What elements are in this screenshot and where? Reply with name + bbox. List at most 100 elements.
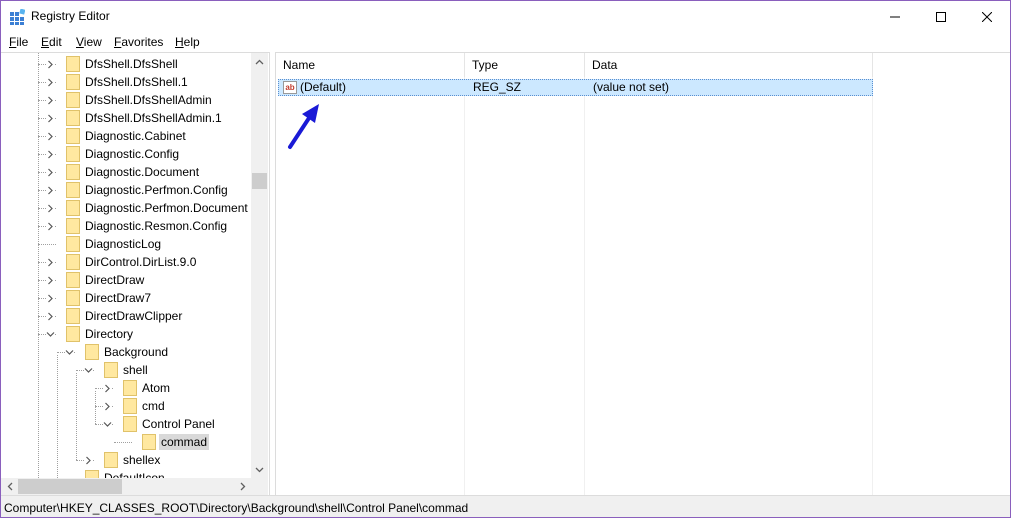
- menu-favorites[interactable]: Favorites: [114, 35, 163, 49]
- chevron-right-icon[interactable]: [46, 222, 55, 231]
- chevron-right-icon[interactable]: [46, 60, 55, 69]
- chevron-right-icon[interactable]: [46, 168, 55, 177]
- tree-item[interactable]: DfsShell.DfsShell: [1, 55, 251, 73]
- chevron-right-icon[interactable]: [46, 276, 55, 285]
- tree-vertical-scroll-thumb[interactable]: [252, 173, 267, 189]
- tree-item[interactable]: Directory: [1, 325, 251, 343]
- tree-horizontal-scroll-thumb[interactable]: [18, 479, 122, 494]
- window-title: Registry Editor: [31, 9, 110, 23]
- value-type: REG_SZ: [473, 80, 522, 94]
- chevron-right-icon[interactable]: [46, 150, 55, 159]
- tree-item[interactable]: Atom: [1, 379, 251, 397]
- chevron-right-icon[interactable]: [46, 294, 55, 303]
- tree-item-label: DirControl.DirList.9.0: [85, 255, 197, 269]
- chevron-left-icon: [7, 482, 12, 491]
- tree-item[interactable]: shellex: [1, 451, 251, 469]
- chevron-right-icon: [240, 482, 245, 491]
- folder-icon: [66, 326, 80, 342]
- chevron-right-icon[interactable]: [46, 96, 55, 105]
- tree-item[interactable]: DirectDraw: [1, 271, 251, 289]
- tree-item[interactable]: Diagnostic.Perfmon.Document: [1, 199, 251, 217]
- tree-item[interactable]: Diagnostic.Resmon.Config: [1, 217, 251, 235]
- folder-icon: [123, 416, 137, 432]
- tree-item[interactable]: Diagnostic.Document: [1, 163, 251, 181]
- chevron-right-icon[interactable]: [103, 384, 112, 393]
- tree-item-label: DirectDraw7: [85, 291, 152, 305]
- chevron-right-icon[interactable]: [46, 186, 55, 195]
- tree-item-label: DfsShell.DfsShell.1: [85, 75, 188, 89]
- menu-file[interactable]: File: [9, 35, 28, 49]
- tree-item-label: Diagnostic.Perfmon.Document: [85, 201, 248, 215]
- registry-editor-icon: [10, 9, 25, 25]
- tree-item[interactable]: shell: [1, 361, 251, 379]
- tree-horizontal-scrollbar[interactable]: [1, 478, 251, 495]
- tree-item[interactable]: DirControl.DirList.9.0: [1, 253, 251, 271]
- tree-item-label: DiagnosticLog: [85, 237, 162, 251]
- menu-help[interactable]: Help: [175, 35, 200, 49]
- chevron-down-icon[interactable]: [46, 330, 55, 339]
- tree-item[interactable]: cmd: [1, 397, 251, 415]
- tree-item-label: shellex: [123, 453, 161, 467]
- tree-item[interactable]: Control Panel: [1, 415, 251, 433]
- folder-icon: [123, 380, 137, 396]
- tree-item[interactable]: DirectDraw7: [1, 289, 251, 307]
- chevron-right-icon[interactable]: [103, 402, 112, 411]
- tree-item[interactable]: Diagnostic.Config: [1, 145, 251, 163]
- folder-icon: [66, 200, 80, 216]
- tree-item-label: Control Panel: [142, 417, 215, 431]
- chevron-right-icon[interactable]: [84, 456, 93, 465]
- tree-item[interactable]: DiagnosticLog: [1, 235, 251, 253]
- minimize-button[interactable]: [872, 1, 918, 32]
- tree-item[interactable]: Background: [1, 343, 251, 361]
- tree-item[interactable]: Diagnostic.Cabinet: [1, 127, 251, 145]
- column-header-data[interactable]: Data: [585, 53, 873, 77]
- tree-item[interactable]: DfsShell.DfsShell.1: [1, 73, 251, 91]
- tree-connector: [114, 442, 132, 443]
- registry-editor-window: Registry Editor File Edit View Favorites…: [0, 0, 1011, 518]
- scroll-right-button[interactable]: [234, 478, 251, 495]
- tree-item[interactable]: Diagnostic.Perfmon.Config: [1, 181, 251, 199]
- tree-item-label: Atom: [142, 381, 171, 395]
- tree-item[interactable]: DirectDrawClipper: [1, 307, 251, 325]
- menu-view[interactable]: View: [76, 35, 102, 49]
- tree-item-label: DirectDraw: [85, 273, 145, 287]
- tree-vertical-scrollbar[interactable]: [251, 53, 268, 478]
- value-row-default[interactable]: ab (Default) REG_SZ (value not set): [278, 79, 873, 96]
- minimize-icon: [890, 16, 900, 17]
- chevron-right-icon[interactable]: [46, 114, 55, 123]
- chevron-down-icon[interactable]: [103, 420, 112, 429]
- tree-item[interactable]: DfsShell.DfsShellAdmin.1: [1, 109, 251, 127]
- chevron-down-icon[interactable]: [84, 366, 93, 375]
- title-bar: Registry Editor: [1, 1, 1010, 32]
- folder-icon: [66, 182, 80, 198]
- tree-item-label: DirectDrawClipper: [85, 309, 183, 323]
- maximize-button[interactable]: [918, 1, 964, 32]
- scroll-up-button[interactable]: [251, 53, 268, 70]
- chevron-right-icon[interactable]: [46, 132, 55, 141]
- close-button[interactable]: [964, 1, 1010, 32]
- folder-icon: [66, 164, 80, 180]
- tree-item[interactable]: DfsShell.DfsShellAdmin: [1, 91, 251, 109]
- tree-item-label: shell: [123, 363, 148, 377]
- folder-icon: [66, 254, 80, 270]
- tree-item[interactable]: DefaultIcon: [1, 469, 251, 478]
- chevron-right-icon[interactable]: [46, 312, 55, 321]
- key-tree-pane[interactable]: DfsShell.DfsShell DfsShell.DfsShell.1 DfsS…: [1, 52, 270, 495]
- scroll-down-button[interactable]: [251, 461, 268, 478]
- menu-edit[interactable]: Edit: [41, 35, 62, 49]
- values-list-pane[interactable]: Name Type Data ab (Default) REG_SZ (valu…: [275, 52, 1010, 495]
- folder-icon: [66, 74, 80, 90]
- chevron-right-icon[interactable]: [46, 204, 55, 213]
- column-header-name[interactable]: Name: [276, 53, 465, 77]
- tree-item-label: Diagnostic.Cabinet: [85, 129, 186, 143]
- chevron-right-icon[interactable]: [46, 78, 55, 87]
- string-value-icon: ab: [283, 81, 297, 94]
- tree-item[interactable]: commad: [1, 433, 251, 451]
- chevron-right-icon[interactable]: [46, 258, 55, 267]
- column-divider: [584, 77, 585, 495]
- chevron-down-icon[interactable]: [65, 348, 74, 357]
- column-header-type[interactable]: Type: [465, 53, 585, 77]
- folder-icon: [66, 146, 80, 162]
- folder-icon: [66, 272, 80, 288]
- scroll-left-button[interactable]: [1, 478, 18, 495]
